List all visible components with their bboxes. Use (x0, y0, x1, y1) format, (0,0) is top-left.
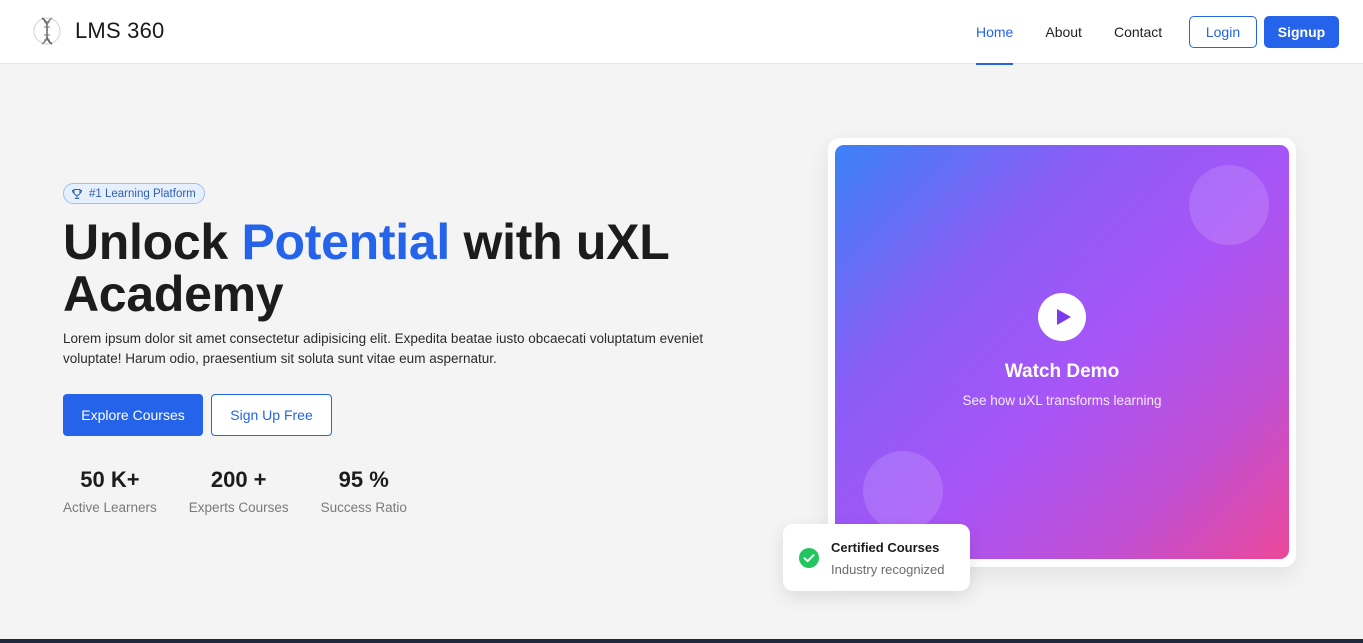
badge-label: #1 Learning Platform (89, 187, 196, 200)
play-button[interactable] (1038, 293, 1086, 341)
stat-label: Experts Courses (188, 500, 289, 515)
footer-edge (0, 639, 1363, 643)
stat-value: 95 % (338, 467, 389, 492)
certified-subtitle: Industry recognized (831, 562, 945, 577)
stat-label: Active Learners (63, 500, 157, 515)
nav-link-contact[interactable]: Contact (1098, 0, 1178, 64)
sign-up-free-button[interactable]: Sign Up Free (211, 394, 332, 436)
decorative-circle (1189, 165, 1269, 245)
stat-active-learners: 50 K+ Active Learners (63, 466, 157, 515)
brand[interactable]: LMS 360 (33, 14, 164, 48)
hero-description: Lorem ipsum dolor sit amet consectetur a… (63, 331, 704, 366)
nav-link-home[interactable]: Home (960, 0, 1029, 65)
brand-name: LMS 360 (75, 18, 165, 43)
hero-title-part1: Unlock (63, 214, 242, 270)
demo-title: Watch Demo (1004, 361, 1120, 382)
login-button[interactable]: Login (1189, 16, 1257, 48)
signup-button[interactable]: Signup (1264, 16, 1339, 48)
stat-label: Success Ratio (320, 500, 407, 515)
decorative-circle (863, 451, 943, 531)
hero-title: Unlock Potential with uXL Academy (63, 216, 763, 320)
platform-badge: #1 Learning Platform (63, 183, 205, 204)
navbar: LMS 360 Home About Contact Login Signup (0, 0, 1363, 65)
nav-link-about[interactable]: About (1029, 0, 1098, 64)
stat-success-ratio: 95 % Success Ratio (321, 466, 407, 515)
dna-helix-icon (33, 17, 61, 45)
demo-video-card: Watch Demo See how uXL transforms learni… (828, 138, 1296, 567)
stats: 50 K+ Active Learners 200 + Experts Cour… (63, 466, 407, 515)
explore-courses-button[interactable]: Explore Courses (63, 394, 203, 436)
stat-value: 50 K+ (80, 467, 140, 492)
trophy-icon (71, 188, 83, 199)
nav-links: Home About Contact (960, 0, 1178, 65)
certified-courses-card: Certified Courses Industry recognized (783, 524, 970, 591)
stat-expert-courses: 200 + Experts Courses (189, 466, 289, 515)
check-circle-icon (799, 548, 819, 568)
demo-video[interactable]: Watch Demo See how uXL transforms learni… (835, 145, 1289, 559)
stat-value: 200 + (210, 467, 267, 492)
demo-subtitle: See how uXL transforms learning (962, 393, 1162, 408)
certified-title: Certified Courses (831, 540, 940, 555)
play-icon (1056, 309, 1071, 325)
hero-title-accent: Potential (241, 214, 451, 270)
